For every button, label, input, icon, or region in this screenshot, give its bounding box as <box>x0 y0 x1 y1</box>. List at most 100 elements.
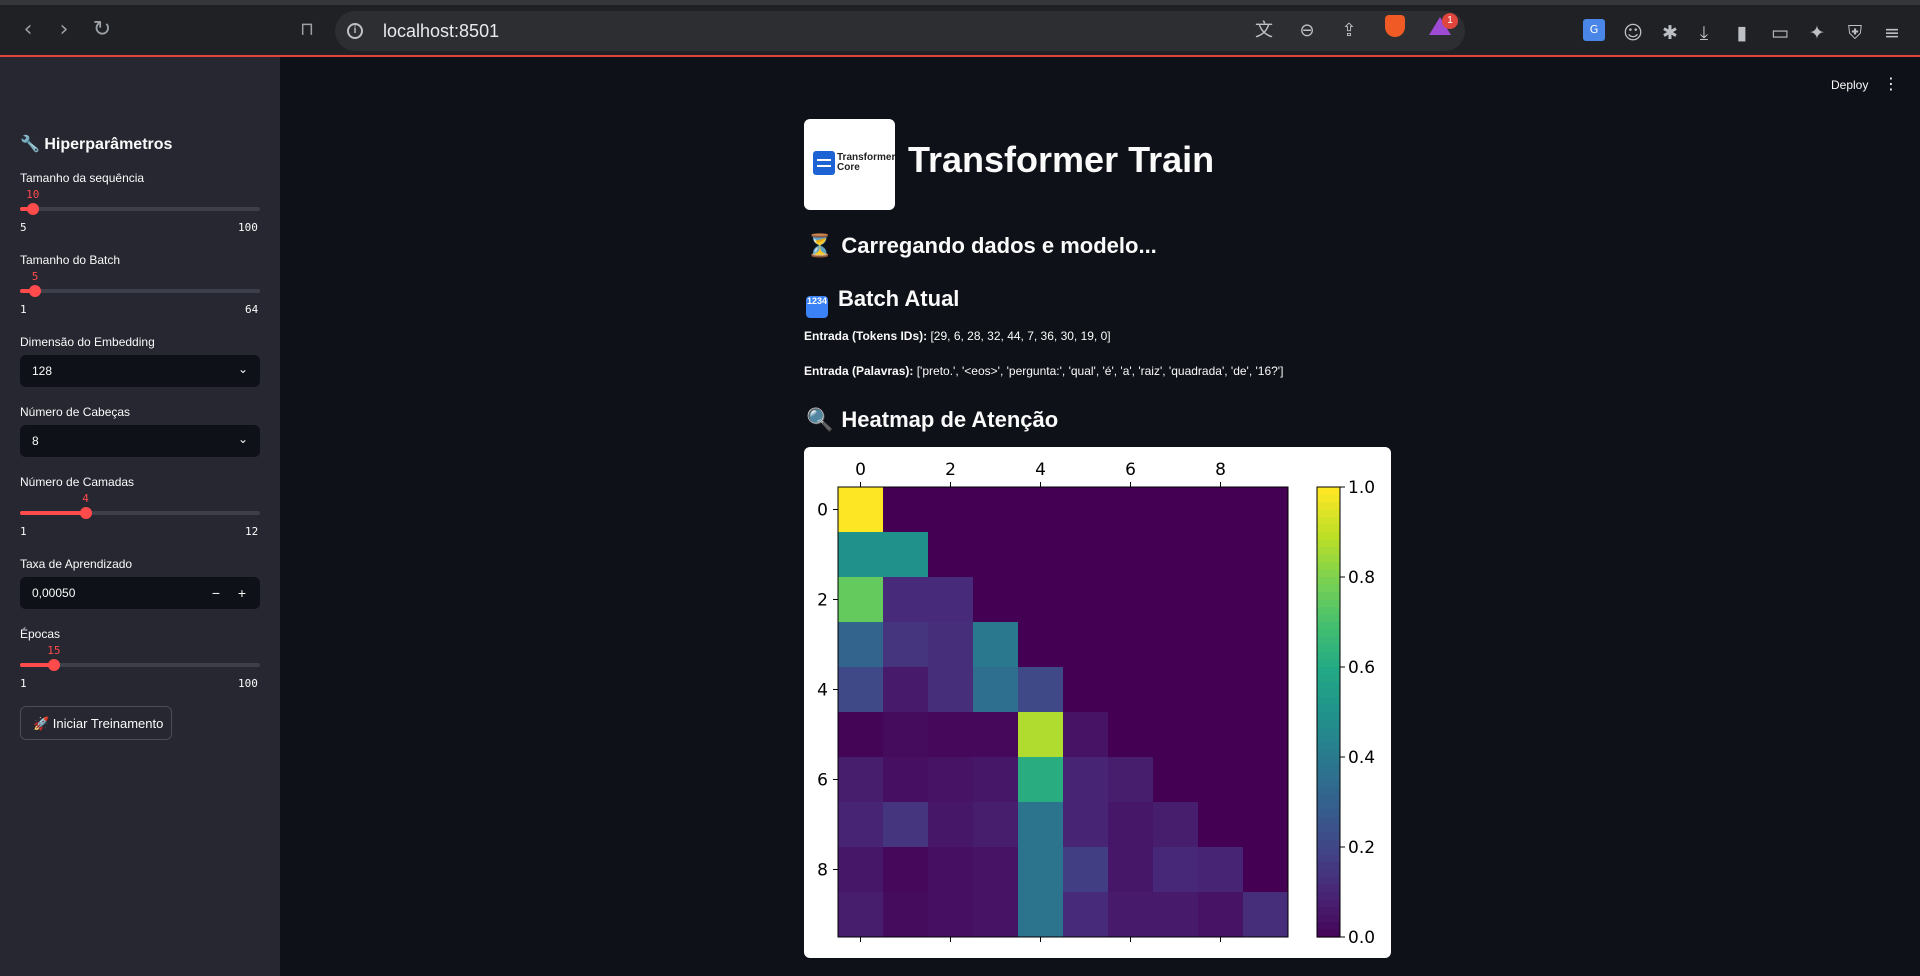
sidebar-toggle-icon[interactable]: ▮ <box>1730 21 1754 45</box>
colorbar-tick-label: 0.6 <box>1348 658 1375 678</box>
logo-icon <box>813 151 835 175</box>
slider-thumb[interactable] <box>29 285 42 297</box>
wallet-icon[interactable]: ▭ <box>1768 21 1792 45</box>
decrement-button[interactable]: − <box>204 581 228 605</box>
seq-length-slider[interactable] <box>20 203 260 215</box>
y-tick-label: 2 <box>817 591 828 611</box>
deploy-button[interactable]: Deploy <box>1831 78 1868 92</box>
epochs-value: 15 <box>47 644 61 657</box>
share-icon[interactable]: ⇪ <box>1337 19 1361 43</box>
colorbar-segment <box>1317 749 1340 758</box>
browser-menu-icon[interactable]: ≡ <box>1880 21 1904 45</box>
heatmap-cell <box>1243 532 1289 578</box>
epochs-slider[interactable] <box>20 659 260 671</box>
heatmap-cell <box>1153 802 1199 848</box>
colorbar-segment <box>1317 652 1340 661</box>
num-layers-slider[interactable] <box>20 507 260 519</box>
colorbar-segment <box>1317 577 1340 586</box>
heatmap-cell <box>883 847 929 893</box>
epochs-label: Épocas <box>20 627 61 641</box>
site-info-icon[interactable]: i <box>347 23 363 39</box>
heatmap-cell <box>838 712 884 758</box>
colorbar-segment <box>1317 674 1340 683</box>
learning-rate-input[interactable]: 0,00050 − + <box>20 577 260 609</box>
extensions-puzzle-icon[interactable]: ✱ <box>1658 21 1682 45</box>
heatmap-cell <box>1153 757 1199 803</box>
reload-icon[interactable]: ↻ <box>90 18 114 42</box>
bot-extension-icon[interactable]: ☺ <box>1621 21 1645 45</box>
learning-rate-value[interactable]: 0,00050 <box>32 586 75 600</box>
slider-thumb[interactable] <box>26 203 39 215</box>
forward-arrow-icon[interactable]: › <box>52 18 76 42</box>
leo-ai-icon[interactable]: ✦ <box>1805 21 1829 45</box>
heatmap-cell <box>1153 667 1199 713</box>
y-tick-label: 4 <box>817 681 828 701</box>
back-arrow-icon[interactable]: ‹ <box>16 18 40 42</box>
colorbar-segment <box>1317 607 1340 616</box>
slider-thumb[interactable] <box>79 507 92 519</box>
heatmap-cell <box>1018 757 1064 803</box>
slider-thumb[interactable] <box>47 659 60 671</box>
heatmap-cell <box>1243 712 1289 758</box>
heatmap-cell <box>1243 847 1289 893</box>
heatmap-cell <box>1198 892 1244 938</box>
heatmap-cell <box>973 892 1019 938</box>
increment-button[interactable]: + <box>230 581 254 605</box>
colorbar-segment <box>1317 517 1340 526</box>
input-token-ids: Entrada (Tokens IDs): [29, 6, 28, 32, 44… <box>804 329 1111 343</box>
seq-length-max: 100 <box>238 221 258 234</box>
brave-shields-icon[interactable] <box>1385 15 1405 37</box>
y-tick-label: 8 <box>817 861 828 881</box>
heatmap-cell <box>1198 532 1244 578</box>
colorbar-segment <box>1317 614 1340 623</box>
heatmap-cell <box>883 487 929 533</box>
batch-size-slider[interactable] <box>20 285 260 297</box>
logo-text: Transformer Core <box>837 153 895 173</box>
browser-toolbar: ‹ › ↻ ⊓ i localhost:8501 文 ⊖ ⇪ 1 G ☺ ✱ ⤓… <box>0 0 1920 57</box>
colorbar-segment <box>1317 697 1340 706</box>
heatmap-cell <box>1063 892 1109 938</box>
colorbar-tick-label: 0.0 <box>1348 928 1375 948</box>
x-tick-label: 6 <box>1125 460 1136 480</box>
x-tick-label: 2 <box>945 460 956 480</box>
bookmark-icon[interactable]: ⊓ <box>295 18 319 42</box>
start-training-button[interactable]: 🚀 Iniciar Treinamento <box>20 706 172 740</box>
num-layers-value: 4 <box>82 492 89 505</box>
heatmap-cell <box>973 712 1019 758</box>
x-tick-label: 8 <box>1215 460 1226 480</box>
google-translate-extension-icon[interactable]: G <box>1583 19 1605 41</box>
num-heads-label: Número de Cabeças <box>20 405 131 419</box>
heatmap-cell <box>1063 532 1109 578</box>
translate-icon[interactable]: 文 <box>1252 19 1276 43</box>
download-icon[interactable]: ⤓ <box>1692 21 1716 45</box>
loading-text: Carregando dados e modelo... <box>841 233 1157 258</box>
heatmap-cell <box>838 667 884 713</box>
colorbar-segment <box>1317 757 1340 766</box>
heatmap-cell <box>883 892 929 938</box>
embedding-dim-value: 128 <box>32 364 53 378</box>
main-menu-icon[interactable]: ⋮ <box>1883 74 1899 93</box>
num-heads-select[interactable]: 8 ⌄ <box>20 425 260 457</box>
heatmap-cell <box>1243 892 1289 938</box>
url-text[interactable]: localhost:8501 <box>383 21 499 42</box>
colorbar-segment <box>1317 742 1340 751</box>
heatmap-cell <box>1018 712 1064 758</box>
heatmap-cell <box>1063 847 1109 893</box>
heatmap-cell <box>1018 622 1064 668</box>
zoom-icon[interactable]: ⊖ <box>1295 19 1319 43</box>
embedding-dim-select[interactable]: 128 ⌄ <box>20 355 260 387</box>
seq-length-label: Tamanho da sequência <box>20 171 145 185</box>
vpn-icon[interactable]: ⛨ <box>1843 21 1867 45</box>
colorbar-segment <box>1317 727 1340 736</box>
heatmap-cell <box>1153 577 1199 623</box>
address-bar[interactable]: i localhost:8501 文 ⊖ ⇪ <box>335 11 1465 51</box>
heatmap-cell <box>838 577 884 623</box>
heatmap-cell <box>1018 667 1064 713</box>
heatmap-cell <box>973 802 1019 848</box>
heatmap-cell <box>928 532 974 578</box>
colorbar-segment <box>1317 554 1340 563</box>
colorbar-segment <box>1317 907 1340 916</box>
colorbar-segment <box>1317 877 1340 886</box>
colorbar-segment <box>1317 509 1340 518</box>
heatmap-cell <box>928 487 974 533</box>
